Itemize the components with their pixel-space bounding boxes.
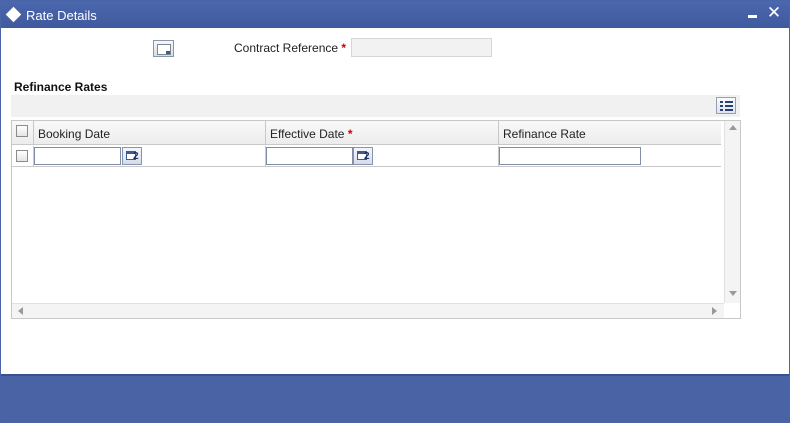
grid-header: Booking Date Effective Date * Refinance … (12, 121, 721, 145)
contract-reference-label-text: Contract Reference (234, 41, 339, 55)
horizontal-scrollbar[interactable] (12, 303, 724, 318)
table-row: 2 2 (12, 146, 721, 167)
select-all-column (12, 121, 34, 145)
booking-date-input[interactable] (34, 147, 121, 165)
scroll-down-icon[interactable] (729, 291, 737, 296)
column-header-booking-date: Booking Date (38, 127, 111, 141)
select-all-checkbox[interactable] (16, 125, 28, 137)
scroll-left-icon[interactable] (18, 307, 23, 315)
window-title: Rate Details (26, 8, 97, 23)
title-bar[interactable]: Rate Details ✕ (1, 1, 789, 28)
column-header-effective-date: Effective Date * (270, 127, 353, 141)
close-icon[interactable]: ✕ (765, 3, 783, 23)
contract-lookup-icon[interactable] (153, 40, 174, 57)
refinance-rates-grid: Booking Date Effective Date * Refinance … (11, 120, 741, 319)
footer-bar (1, 374, 789, 422)
minimize-icon[interactable] (746, 4, 760, 22)
vertical-scrollbar[interactable] (724, 121, 740, 303)
row-checkbox[interactable] (16, 150, 28, 162)
row-select-cell (12, 146, 34, 167)
effective-date-cell: 2 (266, 146, 499, 167)
column-booking-date[interactable]: Booking Date (34, 121, 266, 145)
column-effective-date[interactable]: Effective Date * (266, 121, 499, 145)
booking-date-cell: 2 (34, 146, 266, 167)
column-header-refinance-rate: Refinance Rate (503, 127, 586, 141)
booking-date-calendar-icon[interactable]: 2 (122, 147, 142, 165)
rate-details-window: Rate Details ✕ Contract Reference * Refi… (0, 0, 790, 423)
scroll-up-icon[interactable] (729, 125, 737, 130)
required-marker: * (341, 41, 347, 55)
effective-date-calendar-icon[interactable]: 2 (353, 147, 373, 165)
refinance-rate-input[interactable] (499, 147, 641, 165)
column-refinance-rate[interactable]: Refinance Rate (499, 121, 721, 145)
calendar-glyph: 2 (364, 151, 370, 162)
required-marker: * (347, 127, 353, 141)
effective-date-input[interactable] (266, 147, 353, 165)
scroll-right-icon[interactable] (712, 307, 717, 315)
section-title: Refinance Rates (14, 80, 108, 94)
list-view-icon[interactable] (716, 97, 736, 114)
contract-reference-label: Contract Reference * (234, 41, 346, 55)
refinance-rate-cell (499, 146, 721, 167)
calendar-glyph: 2 (133, 151, 139, 162)
contract-reference-input[interactable] (351, 38, 492, 57)
section-toolbar (11, 95, 740, 117)
column-header-effective-date-text: Effective Date (270, 127, 345, 141)
window-diamond-icon (5, 6, 22, 23)
